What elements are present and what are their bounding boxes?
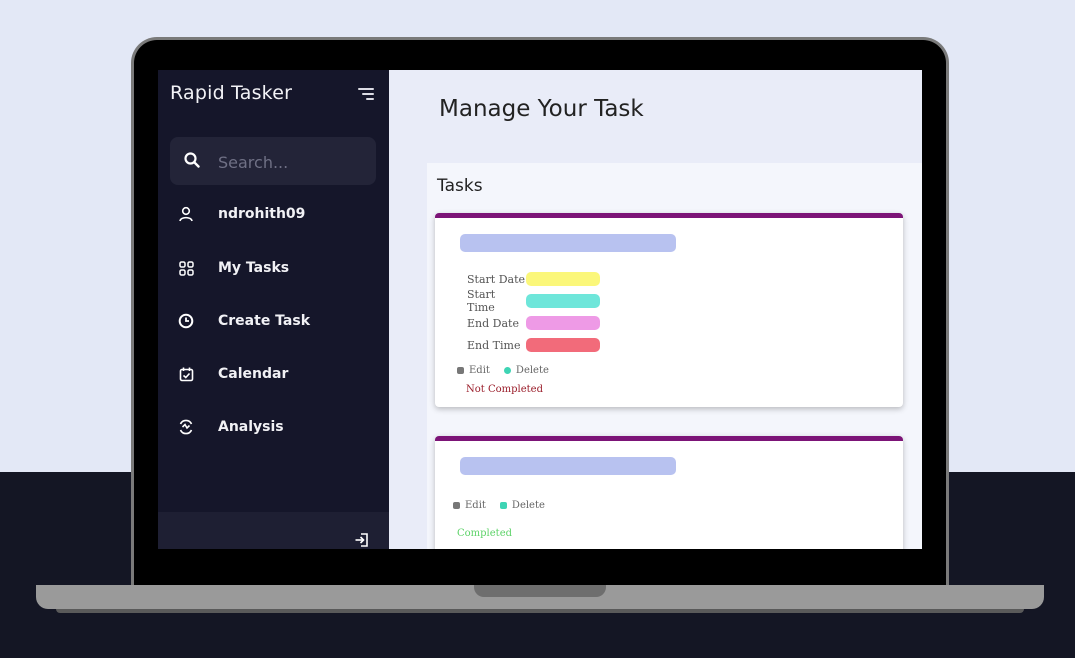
field-label: End Time [467, 338, 521, 352]
task-title-placeholder [460, 234, 676, 252]
laptop-screen: Rapid Tasker ndrohith09 My Tasks [158, 70, 922, 549]
edit-label: Edit [469, 364, 490, 376]
end-time-row: End Time [467, 336, 600, 354]
task-title-placeholder [460, 457, 676, 475]
delete-button[interactable]: Delete [499, 499, 545, 511]
end-date-row: End Date [467, 314, 600, 332]
page-title: Manage Your Task [439, 96, 644, 122]
edit-button[interactable]: Edit [457, 365, 490, 376]
user-icon [176, 204, 196, 224]
sidebar: Rapid Tasker ndrohith09 My Tasks [158, 70, 389, 549]
section-title: Tasks [437, 176, 483, 196]
sidebar-item-label: ndrohith09 [218, 206, 306, 222]
app-title: Rapid Tasker [170, 82, 293, 104]
field-label: End Date [467, 316, 519, 330]
sidebar-item-analysis[interactable]: Analysis [176, 412, 376, 442]
status-badge: Not Completed [466, 384, 543, 395]
start-time-value [526, 294, 600, 308]
task-actions: Edit Delete [453, 498, 559, 512]
delete-icon [499, 501, 507, 509]
sidebar-item-calendar[interactable]: Calendar [176, 359, 376, 389]
tasks-panel: Tasks Start Date Start Time End Date End… [427, 163, 922, 549]
search-box [170, 137, 376, 185]
sidebar-item-my-tasks[interactable]: My Tasks [176, 253, 376, 283]
delete-button[interactable]: Delete [503, 364, 549, 376]
task-actions: Edit Delete [457, 363, 563, 377]
search-input[interactable] [216, 149, 370, 175]
menu-toggle-icon[interactable] [358, 88, 374, 100]
laptop-base-shadow [56, 609, 1024, 613]
laptop-notch [474, 585, 606, 597]
analytics-icon [176, 417, 196, 437]
field-label: Start Date [467, 272, 525, 286]
sidebar-item-label: My Tasks [218, 260, 290, 276]
edit-icon [457, 366, 464, 374]
end-time-value [526, 338, 600, 352]
sidebar-item-label: Create Task [218, 313, 311, 329]
delete-label: Delete [511, 499, 545, 511]
start-time-row: Start Time [467, 288, 600, 314]
calendar-check-icon [176, 364, 196, 384]
edit-label: Edit [465, 499, 486, 511]
field-label: Start Time [467, 288, 496, 314]
end-date-value [526, 316, 600, 330]
search-icon[interactable] [184, 152, 200, 168]
start-date-value [526, 272, 600, 286]
sidebar-footer [158, 512, 389, 549]
sidebar-item-label: Analysis [218, 419, 284, 435]
status-badge: Completed [457, 528, 513, 539]
clock-icon [176, 311, 196, 331]
delete-label: Delete [515, 364, 549, 376]
task-card: Edit Delete Completed [435, 436, 903, 549]
start-date-row: Start Date [467, 270, 600, 288]
sidebar-item-label: Calendar [218, 366, 289, 382]
grid-icon [176, 258, 196, 278]
edit-icon [453, 501, 460, 509]
sidebar-item-create-task[interactable]: Create Task [176, 306, 376, 336]
logout-icon[interactable] [354, 532, 370, 548]
edit-button[interactable]: Edit [453, 500, 486, 511]
main-content: Manage Your Task Tasks Start Date Start … [389, 70, 922, 549]
delete-icon [503, 366, 511, 374]
sidebar-item-profile[interactable]: ndrohith09 [176, 199, 376, 229]
task-card: Start Date Start Time End Date End Time [435, 213, 903, 407]
